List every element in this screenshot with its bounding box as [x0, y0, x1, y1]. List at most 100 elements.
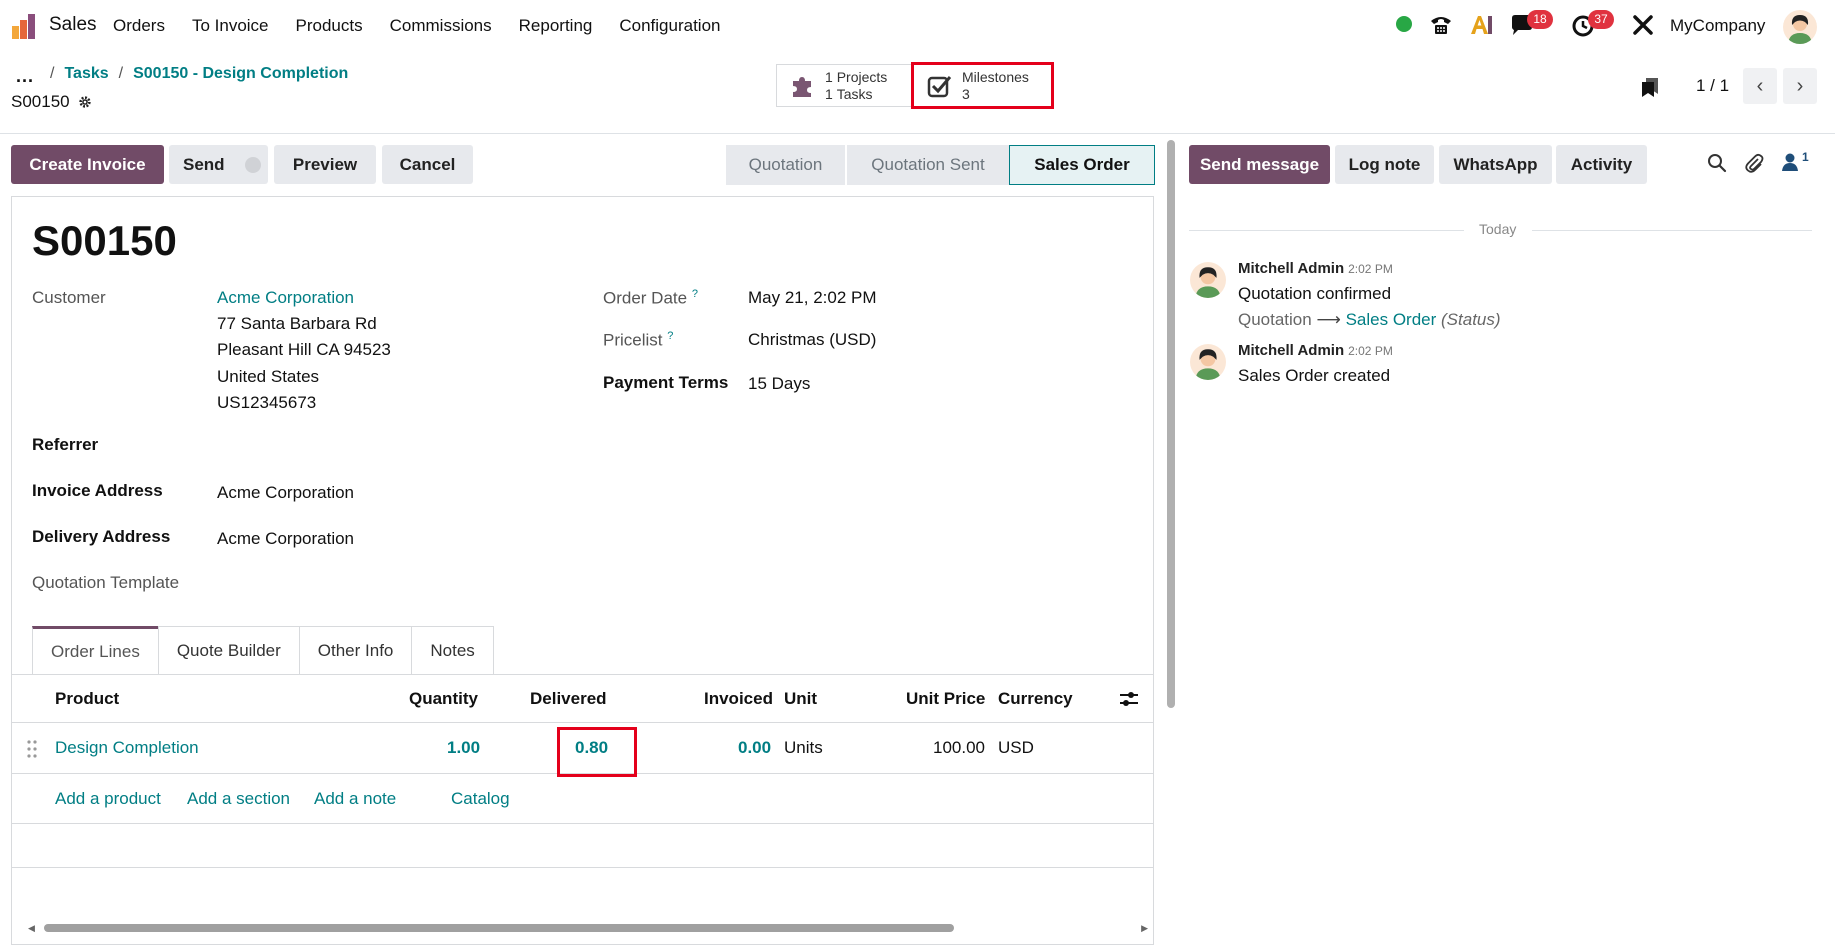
column-invoiced[interactable]: Invoiced	[704, 689, 773, 709]
column-delivered[interactable]: Delivered	[530, 689, 607, 709]
milestones-smart-button[interactable]: Milestones 3	[911, 62, 1054, 109]
payment-terms-field[interactable]: 15 Days	[748, 374, 810, 394]
menu-products[interactable]: Products	[296, 16, 363, 36]
send-message-button[interactable]: Send message	[1189, 145, 1330, 184]
row-delivered[interactable]: 0.80	[575, 738, 608, 758]
column-unit[interactable]: Unit	[784, 689, 817, 709]
preview-button[interactable]: Preview	[274, 145, 376, 184]
message-body: Quotation confirmed	[1238, 284, 1392, 303]
delivery-address-field[interactable]: Acme Corporation	[217, 529, 354, 549]
create-invoice-button[interactable]: Create Invoice	[11, 145, 164, 184]
column-unit-price[interactable]: Unit Price	[906, 689, 985, 709]
separator-line	[1532, 230, 1812, 231]
row-product[interactable]: Design Completion	[55, 738, 199, 758]
menu-reporting[interactable]: Reporting	[519, 16, 593, 36]
bookmark-icon[interactable]	[1640, 76, 1660, 98]
log-note-button[interactable]: Log note	[1335, 145, 1434, 184]
column-currency[interactable]: Currency	[998, 689, 1073, 709]
status-quotation[interactable]: Quotation	[726, 145, 845, 185]
tracking-field: (Status)	[1441, 310, 1501, 329]
customer-field[interactable]: Acme Corporation	[217, 288, 354, 308]
status-sales-order[interactable]: Sales Order	[1009, 145, 1155, 185]
order-lines-header: Product Quantity Delivered Invoiced Unit…	[12, 675, 1153, 723]
row-invoiced: 0.00	[738, 738, 772, 757]
menu-orders[interactable]: Orders	[113, 16, 165, 36]
add-line-row: Add a product Add a section Add a note C…	[12, 774, 1153, 824]
tab-order-lines[interactable]: Order Lines	[32, 626, 159, 675]
referrer-label: Referrer	[32, 435, 99, 454]
row-unit-price[interactable]: 100.00	[933, 738, 985, 758]
breadcrumb-tasks[interactable]: Tasks	[64, 65, 108, 83]
paperclip-icon[interactable]	[1743, 152, 1765, 174]
date-separator: Today	[1189, 220, 1812, 240]
customer-address-line1: 77 Santa Barbara Rd	[217, 314, 377, 333]
whatsapp-button[interactable]: WhatsApp	[1439, 145, 1552, 184]
phone-icon[interactable]	[1428, 12, 1454, 38]
user-avatar[interactable]	[1783, 10, 1817, 44]
quotation-template-label: Quotation Template	[32, 573, 180, 592]
row-currency: USD	[998, 738, 1034, 757]
cancel-button[interactable]: Cancel	[382, 145, 473, 184]
pager-previous-button[interactable]: ‹	[1743, 68, 1777, 104]
company-switcher[interactable]: MyCompany	[1670, 16, 1765, 36]
tab-quote-builder[interactable]: Quote Builder	[157, 626, 300, 675]
add-product-link[interactable]: Add a product	[55, 789, 161, 809]
author-name[interactable]: Mitchell Admin	[1238, 260, 1344, 277]
pager-next-button[interactable]: ›	[1783, 68, 1817, 104]
divider	[0, 133, 1835, 134]
app-name[interactable]: Sales	[49, 14, 97, 36]
debug-tools-icon[interactable]	[1630, 12, 1656, 38]
check-square-icon	[927, 75, 952, 97]
tracking-value: Quotation ⟶ Sales Order (Status)	[1238, 310, 1501, 330]
order-date-field[interactable]: May 21, 2:02 PM	[748, 288, 877, 308]
customer-address-line3: United States	[217, 367, 320, 386]
followers-button[interactable]: 1	[1781, 150, 1815, 174]
help-tooltip-icon[interactable]: ?	[667, 330, 673, 342]
breadcrumb-current-task[interactable]: S00150 - Design Completion	[133, 65, 348, 83]
projects-count: 1	[825, 68, 833, 85]
sales-app-icon[interactable]	[10, 12, 38, 40]
column-quantity[interactable]: Quantity	[409, 689, 478, 709]
projects-tasks-smart-button[interactable]: 1 Projects 1 Tasks	[776, 64, 913, 107]
order-number: S00150	[32, 217, 177, 264]
row-unit[interactable]: Units	[784, 738, 823, 758]
horizontal-scrollbar[interactable]: ◀ ▶	[28, 923, 1148, 933]
breadcrumb-collapsed[interactable]: ...	[16, 66, 34, 87]
puzzle-icon	[793, 76, 811, 97]
menu-configuration[interactable]: Configuration	[619, 16, 720, 36]
scroll-right-icon[interactable]: ▶	[1141, 923, 1148, 934]
menu-commissions[interactable]: Commissions	[390, 16, 492, 36]
send-button[interactable]: Send	[169, 145, 268, 184]
form-sheet: S00150 Customer Acme Corporation 77 Sant…	[11, 196, 1154, 945]
tab-other-info[interactable]: Other Info	[298, 626, 413, 675]
optional-columns-toggle-icon[interactable]	[1118, 689, 1140, 709]
pricelist-field[interactable]: Christmas (USD)	[748, 330, 876, 350]
drag-handle-icon[interactable]	[26, 739, 38, 759]
avatar[interactable]	[1190, 262, 1226, 298]
menu-to-invoice[interactable]: To Invoice	[192, 16, 269, 36]
add-note-link[interactable]: Add a note	[314, 789, 396, 809]
message-time: 2:02 PM	[1348, 262, 1393, 276]
scroll-left-icon[interactable]: ◀	[28, 923, 35, 934]
scrollbar-thumb[interactable]	[44, 924, 954, 932]
column-product[interactable]: Product	[55, 689, 119, 709]
tab-notes[interactable]: Notes	[411, 626, 494, 675]
catalog-link[interactable]: Catalog	[451, 789, 510, 809]
message-time: 2:02 PM	[1348, 344, 1393, 358]
gear-icon[interactable]	[78, 95, 92, 109]
avatar[interactable]	[1190, 344, 1226, 380]
activity-button[interactable]: Activity	[1556, 145, 1647, 184]
search-icon[interactable]	[1706, 152, 1728, 174]
author-name[interactable]: Mitchell Admin	[1238, 342, 1344, 359]
invoice-address-field[interactable]: Acme Corporation	[217, 483, 354, 503]
add-section-link[interactable]: Add a section	[187, 789, 290, 809]
pager-value[interactable]: 1 / 1	[1696, 76, 1729, 96]
ai-icon[interactable]	[1468, 12, 1494, 38]
vertical-scrollbar[interactable]	[1167, 140, 1175, 708]
row-quantity[interactable]: 1.00	[447, 738, 480, 758]
date-separator-label: Today	[1479, 221, 1517, 237]
status-quotation-sent[interactable]: Quotation Sent	[845, 145, 1009, 185]
table-row[interactable]: Design Completion 1.00 0.80 0.00 Units 1…	[12, 724, 1153, 777]
message-author: Mitchell Admin 2:02 PM	[1238, 342, 1393, 359]
help-tooltip-icon[interactable]: ?	[692, 288, 698, 300]
